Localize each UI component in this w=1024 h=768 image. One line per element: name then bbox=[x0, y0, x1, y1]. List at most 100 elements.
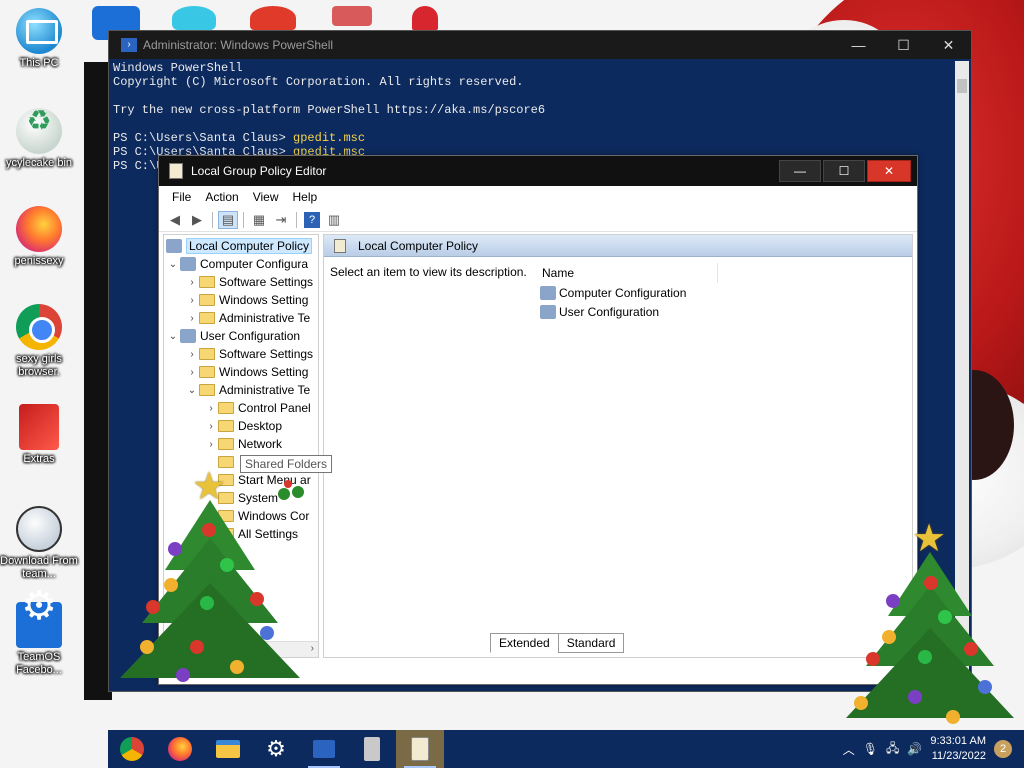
app-icon[interactable] bbox=[250, 6, 296, 30]
desktop-icon-download[interactable]: Download From team... bbox=[0, 506, 78, 581]
holly-icon bbox=[278, 478, 312, 512]
tab-extended[interactable]: Extended bbox=[490, 633, 559, 653]
folder-icon bbox=[199, 312, 215, 324]
taskbar-powershell[interactable] bbox=[300, 730, 348, 768]
tree-item-label: Administrative Te bbox=[219, 311, 311, 325]
tree-item[interactable]: › Administrative Te bbox=[164, 309, 318, 327]
gpedit-title: Local Group Policy Editor bbox=[191, 164, 327, 178]
show-hide-console-tree-icon[interactable]: ▤ bbox=[218, 210, 238, 229]
chevron-right-icon[interactable]: › bbox=[185, 277, 199, 288]
chevron-right-icon[interactable]: › bbox=[204, 439, 218, 450]
folder-icon bbox=[218, 420, 234, 432]
forward-arrow-icon[interactable]: ▶ bbox=[187, 211, 207, 229]
chevron-down-icon[interactable]: ⌄ bbox=[166, 259, 180, 270]
chevron-down-icon[interactable]: ⌄ bbox=[166, 331, 180, 342]
tree-item-label: Computer Configura bbox=[200, 257, 309, 271]
minimize-button[interactable]: — bbox=[779, 160, 821, 182]
details-header: Local Computer Policy bbox=[324, 235, 912, 257]
taskbar-file-explorer[interactable] bbox=[204, 730, 252, 768]
taskbar-server-manager[interactable] bbox=[348, 730, 396, 768]
microphone-icon[interactable]: 🎙 bbox=[863, 742, 878, 756]
close-button[interactable]: ✕ bbox=[867, 160, 911, 182]
tree-item[interactable]: › Network bbox=[164, 435, 318, 453]
network-icon[interactable]: 🖧 bbox=[886, 739, 899, 760]
desktop-icon-extras[interactable]: Extras bbox=[0, 404, 78, 466]
action-pane-icon[interactable]: ▥ bbox=[324, 211, 344, 229]
list-item-computer-configuration[interactable]: Computer Configuration bbox=[528, 283, 718, 302]
chevron-right-icon[interactable]: › bbox=[185, 295, 199, 306]
desktop-icon-teamos[interactable]: TeamOS Facebo... bbox=[0, 600, 78, 677]
menu-action[interactable]: Action bbox=[198, 188, 245, 206]
volume-icon[interactable]: 🔊 bbox=[907, 742, 922, 756]
recycle-bin-icon bbox=[16, 108, 62, 154]
desktop-icon-this-pc[interactable]: This PC bbox=[0, 8, 78, 70]
tab-standard[interactable]: Standard bbox=[557, 633, 625, 653]
taskbar-chrome[interactable] bbox=[108, 730, 156, 768]
help-icon[interactable]: ? bbox=[304, 211, 320, 228]
firefox-icon bbox=[168, 737, 192, 761]
tree-item[interactable]: Local Computer Policy bbox=[164, 237, 318, 255]
tree-item[interactable]: › Software Settings bbox=[164, 273, 318, 291]
bird-icon[interactable] bbox=[332, 6, 372, 26]
chevron-right-icon[interactable]: › bbox=[185, 349, 199, 360]
description-text: Select an item to view its description. bbox=[330, 265, 527, 279]
christmas-tree-right: ★ bbox=[846, 520, 1014, 735]
powershell-titlebar[interactable]: › Administrator: Windows PowerShell — ☐ … bbox=[109, 31, 971, 59]
list-item-user-configuration[interactable]: User Configuration bbox=[528, 302, 718, 321]
taskbar-settings[interactable]: ⚙ bbox=[252, 730, 300, 768]
extras-icon bbox=[19, 404, 59, 450]
close-button[interactable]: ✕ bbox=[926, 31, 971, 59]
menu-help[interactable]: Help bbox=[286, 188, 325, 206]
tree-item-label: Software Settings bbox=[219, 347, 314, 361]
tree-item[interactable]: › Windows Setting bbox=[164, 291, 318, 309]
tree-item-label: Software Settings bbox=[219, 275, 314, 289]
tree-item[interactable]: › Software Settings bbox=[164, 345, 318, 363]
notification-badge[interactable]: 2 bbox=[994, 740, 1012, 758]
scroll-right-icon[interactable]: › bbox=[311, 643, 314, 654]
desktop-icon-chrome[interactable]: sexy girls browser. bbox=[0, 304, 78, 379]
folder-icon bbox=[199, 276, 215, 288]
export-list-icon[interactable]: ⇥ bbox=[271, 211, 291, 229]
column-header-name[interactable]: Name bbox=[528, 263, 718, 283]
clock-date: 11/23/2022 bbox=[931, 750, 986, 762]
tree-item[interactable]: ⌄ User Configuration bbox=[164, 327, 318, 345]
desktop-icon-recycle-bin[interactable]: ycylecake bin bbox=[0, 108, 78, 170]
details-pane[interactable]: Local Computer Policy Select an item to … bbox=[323, 234, 913, 658]
menu-view[interactable]: View bbox=[246, 188, 286, 206]
desktop-icon-firefox[interactable]: penissexy bbox=[0, 206, 78, 268]
menu-bar: File Action View Help bbox=[159, 186, 917, 208]
maximize-button[interactable]: ☐ bbox=[823, 160, 865, 182]
gem-icon[interactable] bbox=[172, 6, 216, 30]
folder-icon bbox=[218, 438, 234, 450]
menu-file[interactable]: File bbox=[165, 188, 198, 206]
clock[interactable]: 9:33:01 AM 11/23/2022 bbox=[930, 734, 986, 764]
hat-icon[interactable] bbox=[412, 6, 438, 30]
scrollbar-thumb[interactable] bbox=[957, 79, 967, 93]
chevron-right-icon[interactable]: › bbox=[185, 313, 199, 324]
taskbar-firefox[interactable] bbox=[156, 730, 204, 768]
tree-item-label: Administrative Te bbox=[219, 383, 311, 397]
configuration-icon bbox=[180, 329, 196, 343]
taskbar-group-policy[interactable] bbox=[396, 730, 444, 768]
chevron-right-icon[interactable]: › bbox=[204, 421, 218, 432]
chevron-right-icon[interactable]: › bbox=[185, 367, 199, 378]
tree-item[interactable]: › Windows Setting bbox=[164, 363, 318, 381]
tree-item[interactable]: › Desktop bbox=[164, 417, 318, 435]
chevron-up-icon[interactable]: ︿ bbox=[843, 741, 855, 758]
maximize-button[interactable]: ☐ bbox=[881, 31, 926, 59]
console-prompt-line: PS C:\Users\Santa Claus> gpedit.msc bbox=[113, 131, 953, 145]
policy-document-icon bbox=[169, 163, 183, 179]
tree-item[interactable]: › Control Panel bbox=[164, 399, 318, 417]
minimize-button[interactable]: — bbox=[836, 31, 881, 59]
toolbar: ◀ ▶ ▤ ▦ ⇥ ? ▥ bbox=[159, 208, 917, 232]
back-arrow-icon[interactable]: ◀ bbox=[165, 211, 185, 229]
properties-icon[interactable]: ▦ bbox=[249, 211, 269, 229]
chevron-down-icon[interactable]: ⌄ bbox=[185, 385, 199, 396]
desktop-icon-label: ycylecake bin bbox=[5, 157, 73, 169]
gpedit-titlebar[interactable]: Local Group Policy Editor — ☐ ✕ bbox=[159, 156, 917, 186]
chevron-right-icon[interactable]: › bbox=[204, 403, 218, 414]
tree-item[interactable]: ⌄ Computer Configura bbox=[164, 255, 318, 273]
console-command: gpedit.msc bbox=[293, 131, 366, 145]
tree-item[interactable]: ⌄ Administrative Te bbox=[164, 381, 318, 399]
